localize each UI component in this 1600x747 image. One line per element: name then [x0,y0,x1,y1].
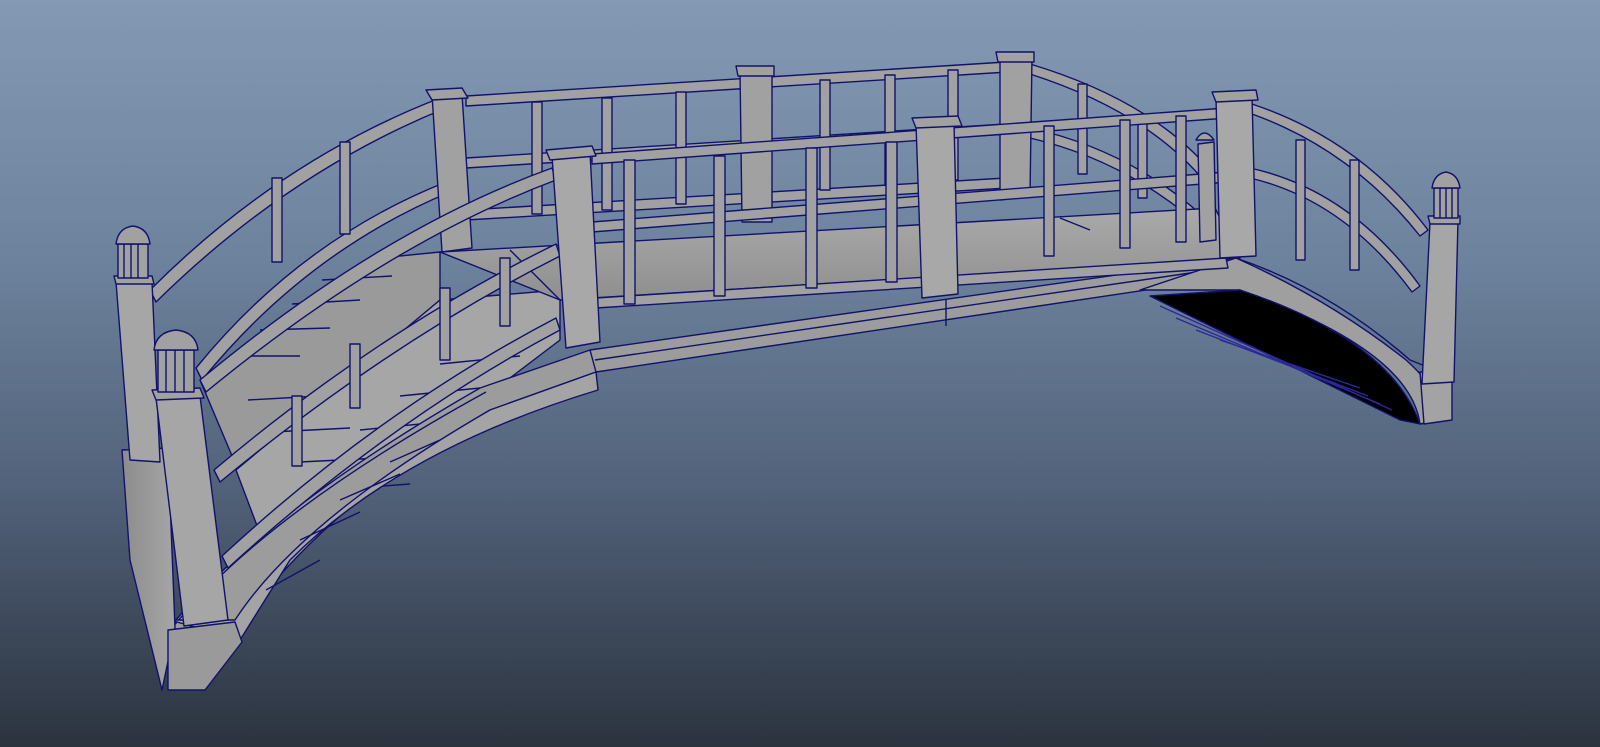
3d-viewport[interactable] [0,0,1600,747]
viewport-scene[interactable] [0,0,1600,747]
